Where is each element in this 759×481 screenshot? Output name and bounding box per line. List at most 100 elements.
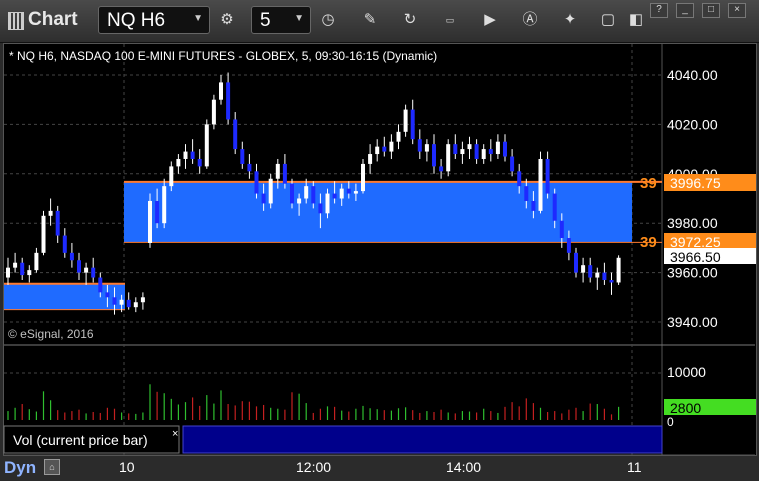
candle-body — [62, 235, 67, 253]
candle-body — [41, 215, 46, 253]
time-tick-1400: 14:00 — [446, 459, 481, 475]
candle-body — [481, 149, 486, 159]
candle-body — [510, 156, 515, 172]
candle-body — [318, 203, 323, 214]
price-tick-label: 3980.00 — [667, 215, 718, 231]
candle-body — [432, 144, 436, 167]
candle-body — [602, 272, 607, 281]
candle-body — [34, 252, 39, 271]
candle-body — [453, 144, 458, 155]
upper-zone-prefix: 39 — [640, 175, 657, 192]
candle-body — [566, 238, 571, 253]
candle-body — [339, 188, 344, 199]
volume-tick-0: 0 — [667, 415, 674, 429]
candle-body — [304, 186, 309, 199]
candle-body — [169, 166, 174, 187]
candle-body — [126, 299, 131, 308]
chart-canvas[interactable]: 4040.004020.004000.003980.003960.003940.… — [0, 0, 759, 481]
candle-body — [77, 260, 81, 273]
candle-body — [403, 109, 408, 132]
candle-body — [531, 200, 536, 211]
candle-body — [346, 188, 351, 194]
candle-body — [552, 193, 557, 221]
candle-body — [595, 272, 600, 278]
candle-body — [183, 151, 188, 159]
candle-body — [140, 297, 145, 303]
candle-body — [27, 270, 32, 276]
candle-body — [176, 158, 181, 167]
candle-body — [204, 124, 209, 167]
candle-body — [353, 191, 358, 194]
candle-body — [460, 149, 465, 155]
lower-zone-price: 3972.25 — [670, 234, 721, 250]
candle-body — [424, 144, 429, 152]
candle-body — [219, 82, 223, 100]
candle-body — [538, 158, 543, 211]
candle-body — [389, 141, 394, 152]
candle-body — [133, 302, 138, 308]
candle-body — [297, 198, 302, 204]
candle-body — [211, 99, 216, 125]
close-icon[interactable]: × — [172, 428, 178, 440]
candle-body — [439, 166, 444, 172]
volume-tick-10000: 10000 — [667, 364, 706, 380]
candle-body — [361, 163, 365, 192]
candle-body — [368, 154, 373, 164]
candle-body — [467, 144, 472, 150]
last-price: 3966.50 — [670, 249, 721, 265]
candle-body — [247, 163, 252, 172]
volume-series — [7, 384, 620, 420]
grid-lines — [4, 44, 662, 455]
time-tick-10: 10 — [119, 459, 135, 475]
candle-body — [474, 144, 479, 159]
volume-panel-bar — [182, 425, 663, 454]
price-tick-label: 3960.00 — [667, 265, 718, 281]
candle-body — [325, 193, 330, 214]
candle-body — [91, 267, 96, 278]
candle-body — [616, 257, 621, 283]
candle-body — [375, 146, 380, 155]
time-tick-11: 11 — [627, 459, 642, 475]
candle-body — [311, 186, 316, 204]
last-volume: 2800 — [670, 400, 701, 416]
time-tick-1200: 12:00 — [296, 459, 331, 475]
candle-body — [112, 297, 117, 305]
candle-body — [261, 193, 266, 204]
volume-label: Vol (current price bar) — [13, 432, 148, 448]
demand-zones[interactable] — [4, 180, 662, 311]
candle-body — [268, 178, 273, 204]
price-tick-label: 3940.00 — [667, 314, 718, 330]
chart-header: * NQ H6, NASDAQ 100 E-MINI FUTURES - GLO… — [9, 49, 437, 63]
lock-icon[interactable]: ⌂ — [44, 459, 60, 475]
candle-body — [495, 141, 500, 155]
dynamic-mode-label[interactable]: Dyn — [4, 458, 36, 478]
candle-body — [98, 277, 103, 293]
candle-body — [417, 139, 422, 152]
candle-body — [290, 183, 294, 204]
candle-body — [13, 262, 18, 268]
candle-body — [517, 171, 522, 187]
candle-body — [48, 210, 53, 216]
price-tick-label: 4040.00 — [667, 67, 718, 83]
candle-body — [148, 200, 152, 243]
candle-body — [226, 82, 231, 120]
candle-body — [524, 186, 529, 201]
upper-zone-price: 3996.75 — [670, 175, 721, 191]
candle-body — [545, 158, 550, 194]
candle-body — [20, 262, 25, 276]
candle-body — [190, 151, 195, 159]
price-axis: 4040.004020.004000.003980.003960.003940.… — [667, 67, 718, 330]
candle-body — [581, 265, 586, 273]
candle-body — [162, 186, 167, 224]
candle-body — [382, 146, 387, 152]
candle-body — [84, 267, 89, 273]
candle-body — [609, 280, 614, 283]
candle-body — [559, 220, 564, 239]
candle-body — [396, 131, 401, 142]
candle-body — [69, 252, 74, 261]
candle-body — [240, 149, 245, 164]
candle-body — [488, 149, 493, 155]
candle-body — [282, 163, 287, 184]
price-tick-label: 4020.00 — [667, 116, 718, 132]
candle-body — [119, 299, 124, 305]
